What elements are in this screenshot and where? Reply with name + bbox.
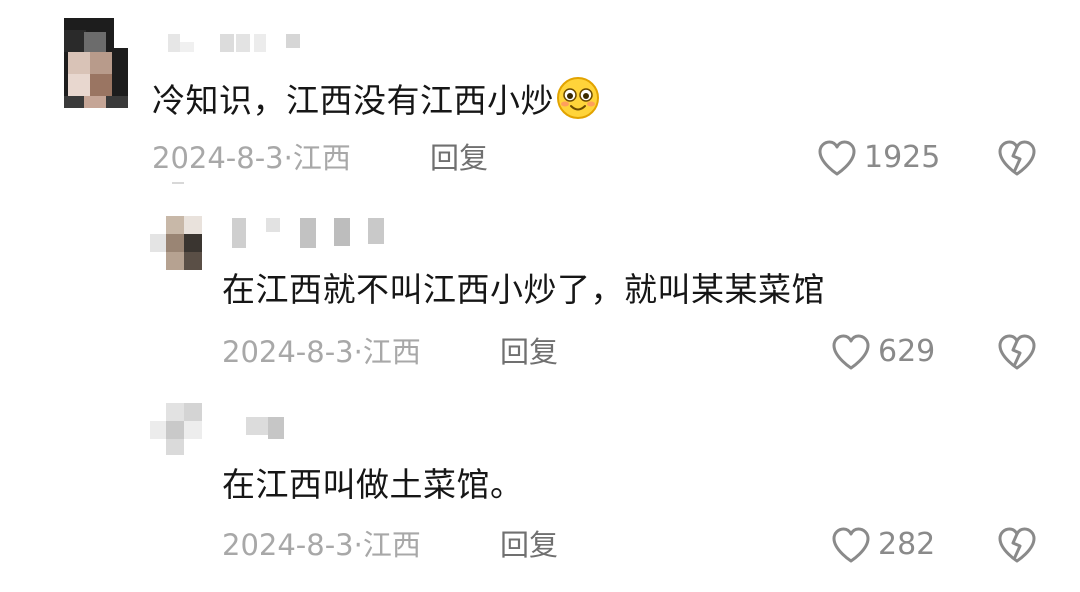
heart-outline-icon bbox=[832, 334, 870, 370]
comment-2: 在江西就不叫江西小炒了，就叫某某菜馆 2024-8-3·江西 回复 629 bbox=[0, 200, 1080, 395]
avatar[interactable] bbox=[150, 403, 202, 455]
reply-button[interactable]: 回复 bbox=[430, 140, 488, 176]
comment-text: 冷知识，江西没有江西小炒 bbox=[152, 76, 600, 121]
like-count: 629 bbox=[878, 334, 936, 369]
meta-separator: · bbox=[283, 141, 293, 175]
comment-text-content: 冷知识，江西没有江西小炒 bbox=[152, 81, 554, 120]
comment-meta: 2024-8-3·江西 bbox=[222, 527, 421, 563]
like-button[interactable]: 629 bbox=[830, 332, 935, 372]
like-button[interactable]: 1925 bbox=[816, 138, 940, 178]
comment-location: 江西 bbox=[362, 335, 421, 369]
username[interactable] bbox=[232, 218, 392, 248]
like-count: 1925 bbox=[864, 140, 941, 175]
divider bbox=[172, 182, 184, 184]
meta-separator: · bbox=[353, 335, 363, 369]
heart-outline-icon bbox=[818, 140, 856, 176]
comment-date: 2024-8-3 bbox=[152, 141, 284, 175]
comment-location: 江西 bbox=[362, 528, 421, 562]
comment-1: 冷知识，江西没有江西小炒 2024-8-3·江西 回复 1925 bbox=[0, 0, 1080, 200]
avatar[interactable] bbox=[50, 18, 128, 118]
smiling-face-emoji-icon bbox=[557, 77, 599, 119]
comment-meta: 2024-8-3·江西 bbox=[222, 334, 421, 370]
username[interactable] bbox=[150, 34, 310, 64]
like-button[interactable]: 282 bbox=[830, 525, 935, 565]
dislike-button[interactable] bbox=[996, 332, 1036, 372]
comment-date: 2024-8-3 bbox=[222, 528, 354, 562]
comment-date: 2024-8-3 bbox=[222, 335, 354, 369]
comment-text: 在江西就不叫江西小炒了，就叫某某菜馆 bbox=[222, 270, 825, 309]
comment-text: 在江西叫做土菜馆。 bbox=[222, 465, 524, 504]
meta-separator: · bbox=[353, 528, 363, 562]
like-count: 282 bbox=[878, 527, 936, 562]
reply-button[interactable]: 回复 bbox=[500, 527, 558, 563]
comment-meta: 2024-8-3·江西 bbox=[152, 140, 351, 176]
reply-button[interactable]: 回复 bbox=[500, 334, 558, 370]
username[interactable] bbox=[246, 417, 306, 447]
avatar[interactable] bbox=[150, 216, 202, 270]
broken-heart-icon bbox=[998, 527, 1036, 563]
broken-heart-icon bbox=[998, 334, 1036, 370]
dislike-button[interactable] bbox=[996, 138, 1036, 178]
dislike-button[interactable] bbox=[996, 525, 1036, 565]
comment-location: 江西 bbox=[292, 141, 351, 175]
heart-outline-icon bbox=[832, 527, 870, 563]
broken-heart-icon bbox=[998, 140, 1036, 176]
comment-3: 在江西叫做土菜馆。 2024-8-3·江西 回复 282 bbox=[0, 395, 1080, 592]
